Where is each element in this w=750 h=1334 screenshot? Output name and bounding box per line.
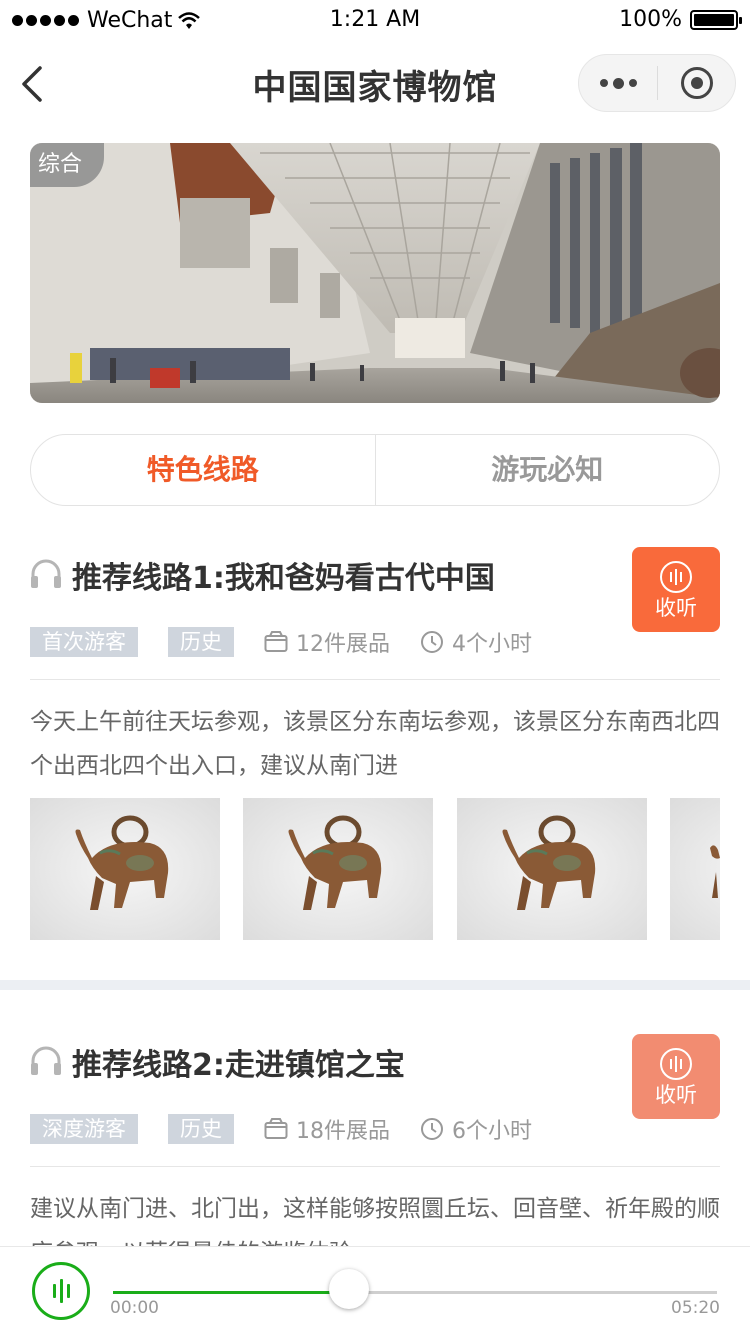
- clock-icon: [421, 631, 443, 653]
- box-icon: [264, 631, 288, 652]
- exhibit-thumbnail[interactable]: [243, 798, 433, 940]
- exhibit-count: 18件展品: [264, 1113, 390, 1145]
- section-separator: [0, 980, 750, 990]
- duration-text: 6个小时: [452, 1119, 532, 1144]
- exhibit-count-text: 18件展品: [296, 1119, 390, 1144]
- tab-featured-routes[interactable]: 特色线路: [31, 435, 375, 505]
- duration: 4个小时: [420, 626, 532, 658]
- box-icon: [264, 1118, 288, 1139]
- route-meta: 首次游客 历史 12件展品 4个小时: [30, 619, 720, 665]
- museum-banner-image[interactable]: 综合: [30, 143, 720, 403]
- progress-fill: [113, 1291, 349, 1294]
- visitor-tag: 深度游客: [30, 1114, 138, 1144]
- exhibit-thumbnails: [30, 798, 720, 940]
- exhibit-thumbnail[interactable]: [670, 798, 720, 940]
- museum-hall-illustration: [30, 143, 720, 403]
- nav-bar: 中国国家博物馆: [0, 40, 750, 128]
- battery-percent: 100%: [619, 7, 682, 32]
- route-meta: 深度游客 历史 18件展品 6个小时: [30, 1106, 720, 1152]
- status-bar: WeChat 1:21 AM 100%: [0, 0, 750, 40]
- category-tag: 历史: [168, 1114, 234, 1144]
- more-dots-icon[interactable]: [579, 55, 657, 111]
- route-card-1: 推荐线路1:我和爸妈看古代中国 收听 首次游客 历史 12件展品 4个小时 今天…: [30, 547, 720, 788]
- exhibit-count: 12件展品: [264, 626, 390, 658]
- listen-label: 收听: [655, 1083, 697, 1107]
- listen-label: 收听: [655, 596, 697, 620]
- headphone-icon: [31, 559, 61, 588]
- exhibit-thumbnail[interactable]: [30, 798, 220, 940]
- audio-wave-icon: [660, 1048, 692, 1080]
- progress-knob[interactable]: [328, 1269, 369, 1309]
- route-title: 推荐线路1:我和爸妈看古代中国: [72, 561, 495, 596]
- route-card-2: 推荐线路2:走进镇馆之宝 收听 深度游客 历史 18件展品 6个小时 建议从南门…: [30, 1034, 720, 1275]
- exhibit-count-text: 12件展品: [296, 632, 390, 657]
- battery-icon: [690, 9, 742, 30]
- bronze-elephant-image: [288, 815, 382, 910]
- battery-info: 100%: [619, 7, 742, 32]
- menu-capsule: [578, 54, 736, 112]
- divider: [30, 1166, 720, 1167]
- route-header: 推荐线路1:我和爸妈看古代中国 收听: [30, 547, 720, 632]
- bronze-elephant-image: [75, 815, 169, 910]
- headphone-icon: [31, 1046, 61, 1075]
- divider: [30, 679, 720, 680]
- clock-icon: [421, 1118, 443, 1140]
- route-description: 今天上午前往天坛参观，该景区分东南坛参观，该景区分东南西北四个出西北四个出入口，…: [30, 709, 720, 779]
- duration: 6个小时: [420, 1113, 532, 1145]
- audio-wave-icon: [660, 561, 692, 593]
- visitor-tag: 首次游客: [30, 627, 138, 657]
- audio-player: 00:00 05:20: [0, 1246, 750, 1334]
- route-title: 推荐线路2:走进镇馆之宝: [72, 1048, 405, 1083]
- audio-play-icon[interactable]: [32, 1262, 90, 1320]
- category-tag: 历史: [168, 627, 234, 657]
- total-time: 05:20: [671, 1298, 720, 1318]
- bronze-elephant-image: [710, 845, 720, 898]
- tab-bar: 特色线路 游玩必知: [30, 434, 720, 506]
- current-time: 00:00: [110, 1298, 159, 1318]
- duration-text: 4个小时: [452, 632, 532, 657]
- progress-track[interactable]: [113, 1291, 717, 1294]
- bronze-elephant-image: [502, 815, 596, 910]
- route-header: 推荐线路2:走进镇馆之宝 收听: [30, 1034, 720, 1119]
- tab-visit-tips[interactable]: 游玩必知: [376, 435, 720, 505]
- target-close-icon[interactable]: [658, 67, 735, 99]
- exhibit-thumbnail[interactable]: [457, 798, 647, 940]
